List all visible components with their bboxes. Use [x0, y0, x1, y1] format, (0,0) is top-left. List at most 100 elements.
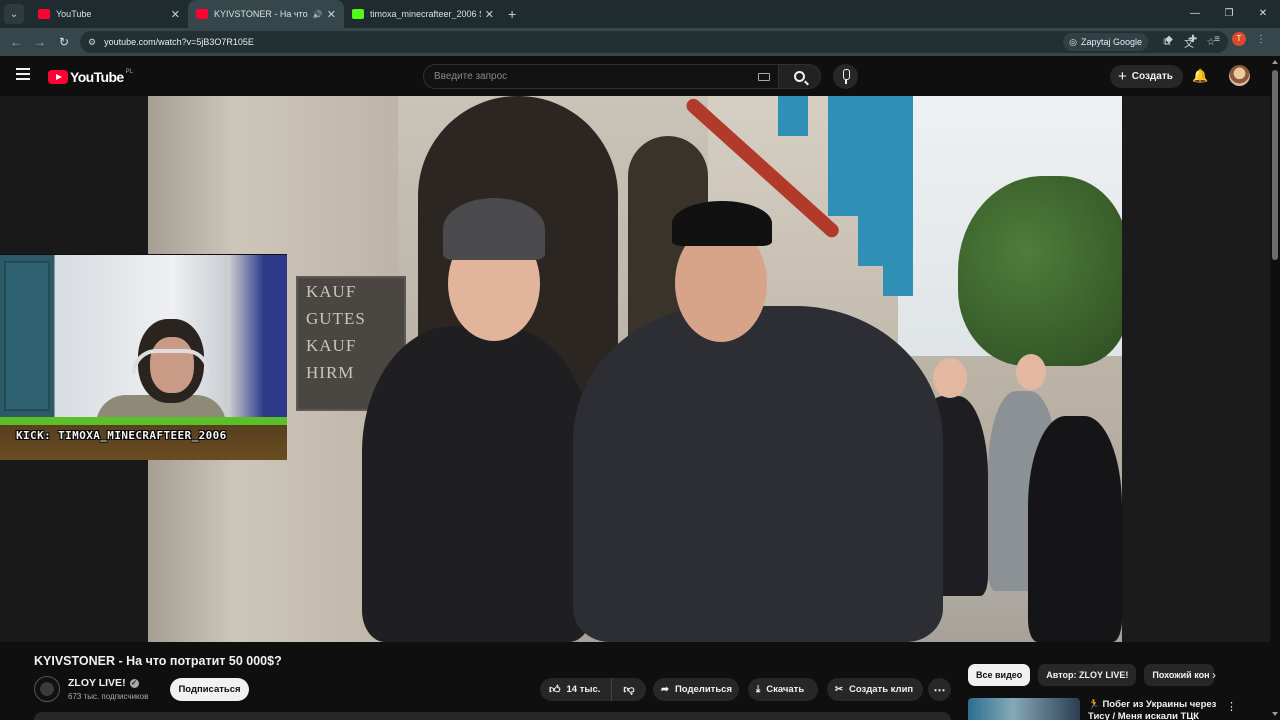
video-frame[interactable]: KAUF GUTES KAUF HIRM — [148, 96, 1122, 642]
scene-pedestrian-head — [933, 358, 967, 398]
scrollbar-thumb[interactable] — [1272, 70, 1278, 260]
scissors-icon: ✂ — [835, 684, 843, 695]
close-tab-icon[interactable]: ✕ — [327, 8, 336, 21]
youtube-favicon-icon — [196, 9, 208, 19]
recommended-video-thumbnail[interactable] — [968, 698, 1080, 720]
browser-tab-youtube[interactable]: YouTube ✕ — [30, 0, 188, 28]
scroll-up-arrow-icon[interactable] — [1272, 60, 1278, 64]
subscribe-button[interactable]: Подписаться — [170, 678, 249, 701]
create-label: Создать — [1131, 71, 1173, 82]
forward-icon[interactable]: → — [28, 35, 52, 49]
media-control-icon[interactable]: ≡ — [1208, 34, 1226, 45]
puzzle-icon[interactable]: ✚ — [1184, 34, 1202, 45]
recommended-video-menu-icon[interactable]: ⋮ — [1226, 700, 1237, 713]
kebab-menu-icon[interactable]: ⋮ — [1252, 34, 1270, 45]
google-lens-button[interactable]: ◎ Zapytaj Google — [1063, 33, 1148, 51]
scene-beanie — [443, 198, 545, 260]
close-tab-icon[interactable]: ✕ — [485, 8, 494, 21]
site-info-icon[interactable]: ⚙ — [88, 37, 96, 48]
back-icon[interactable]: ← — [4, 35, 28, 49]
logo-text: YouTube — [70, 69, 124, 85]
description-box[interactable] — [34, 712, 951, 720]
profile-avatar[interactable]: T — [1232, 32, 1246, 46]
user-avatar[interactable] — [1229, 65, 1250, 86]
minimize-icon[interactable]: — — [1178, 0, 1212, 28]
voice-search-mic-icon[interactable] — [833, 64, 858, 89]
new-tab-button[interactable]: + — [508, 6, 516, 22]
share-arrow-icon: ➦ — [661, 684, 669, 695]
scene-banner — [883, 96, 913, 296]
tab-search-button[interactable]: ⌄ — [4, 4, 24, 24]
plaque-line: KAUF — [306, 336, 357, 355]
window-controls: — ❐ ✕ — [1178, 0, 1280, 28]
thumbs-up-icon: 👍︎ — [549, 684, 561, 696]
clip-label: Создать клип — [848, 684, 914, 695]
clip-button[interactable]: ✂ Создать клип — [827, 678, 923, 701]
dislike-button[interactable]: 👎︎ — [612, 683, 646, 696]
share-button[interactable]: ➦ Поделиться — [653, 678, 739, 701]
notifications-bell-icon[interactable]: 🔔 — [1192, 68, 1208, 84]
youtube-favicon-icon — [38, 9, 50, 19]
like-dislike-group: 👍︎ 14 тыс. 👎︎ — [540, 678, 646, 701]
video-player[interactable]: KAUF GUTES KAUF HIRM KICK: TIMOXA_MINECR… — [0, 96, 1270, 642]
scene-pedestrian — [1028, 416, 1122, 642]
streamer-webcam-overlay: KICK: TIMOXA_MINECRAFTEER_2006 — [0, 254, 287, 460]
channel-name[interactable]: ZLOY LIVE! — [68, 677, 126, 689]
close-tab-icon[interactable]: ✕ — [171, 8, 180, 21]
browser-tab-active-video[interactable]: KYIVSTONER - На что потр 🔊 ✕ — [188, 0, 344, 28]
chevron-right-icon[interactable]: › — [1212, 668, 1216, 682]
chip-by-author[interactable]: Автор: ZLOY LIVE! — [1038, 664, 1137, 686]
hamburger-menu-icon[interactable] — [16, 68, 30, 80]
speaker-icon[interactable]: 🔊 — [313, 10, 323, 19]
chip-related[interactable]: Похожий кон — [1144, 664, 1215, 686]
download-button[interactable]: ⤓ Скачать — [748, 678, 818, 701]
video-title: KYIVSTONER - На что потратит 50 000$? — [34, 654, 282, 668]
search-input[interactable]: Введите запрос — [423, 64, 779, 89]
kick-favicon-icon — [352, 9, 364, 19]
close-window-icon[interactable]: ✕ — [1246, 0, 1280, 28]
tab-title: KYIVSTONER - На что потр — [214, 9, 309, 19]
extension-icon[interactable]: ◆ — [1160, 34, 1178, 45]
country-code: PL — [125, 69, 133, 75]
page-scrollbar[interactable] — [1270, 56, 1280, 720]
share-label: Поделиться — [674, 684, 732, 695]
webcam-door — [4, 261, 50, 411]
scene-pedestrian-head — [1016, 354, 1046, 390]
tab-title: timoxa_minecrafteer_2006 Stre — [370, 9, 481, 19]
kick-channel-caption: KICK: TIMOXA_MINECRAFTEER_2006 — [16, 429, 227, 442]
youtube-play-icon — [48, 70, 68, 84]
keyboard-icon[interactable] — [758, 73, 770, 81]
recommendation-filter-chips: Все видео Автор: ZLOY LIVE! Похожий кон — [968, 664, 1215, 686]
plaque-line: GUTES — [306, 309, 366, 328]
browser-toolbar: ← → ↻ ⚙ youtube.com/watch?v=5jB3O7R105E … — [0, 28, 1280, 56]
search-button[interactable] — [779, 64, 821, 89]
lens-label: Zapytaj Google — [1080, 37, 1142, 47]
youtube-logo[interactable]: YouTube PL — [48, 69, 133, 85]
channel-name-row[interactable]: ZLOY LIVE! ✓ — [68, 677, 139, 689]
scene-cap — [672, 201, 772, 246]
search-placeholder: Введите запрос — [434, 71, 508, 82]
scene-tree — [958, 176, 1122, 366]
search-form: Введите запрос — [423, 64, 821, 89]
download-label: Скачать — [766, 684, 805, 695]
reload-icon[interactable]: ↻ — [52, 35, 76, 49]
maximize-icon[interactable]: ❐ — [1212, 0, 1246, 28]
lens-icon: ◎ — [1069, 36, 1077, 47]
chip-all-videos[interactable]: Все видео — [968, 664, 1031, 686]
subscriber-count: 673 тыс. подписчиков — [68, 692, 149, 701]
youtube-masthead: YouTube PL Введите запрос + Создать 🔔 — [0, 56, 1270, 96]
download-icon: ⤓ — [756, 684, 761, 695]
player-letterbox-right — [1122, 96, 1270, 642]
browser-tab-strip: ⌄ YouTube ✕ KYIVSTONER - На что потр 🔊 ✕… — [0, 0, 1280, 28]
create-button[interactable]: + Создать — [1110, 65, 1183, 88]
tab-title: YouTube — [56, 9, 92, 19]
scroll-down-arrow-icon[interactable] — [1272, 712, 1278, 716]
channel-avatar[interactable] — [34, 676, 60, 702]
url-text[interactable]: youtube.com/watch?v=5jB3O7R105E — [104, 37, 254, 47]
address-bar[interactable]: ⚙ youtube.com/watch?v=5jB3O7R105E ◎ Zapy… — [80, 31, 1228, 53]
recommended-video-title[interactable]: 🏃 Побег из Украины через Тису / Меня иск… — [1088, 699, 1218, 720]
more-horizontal-icon: ⋯ — [933, 682, 946, 697]
like-button[interactable]: 👍︎ 14 тыс. — [540, 678, 612, 701]
more-actions-button[interactable]: ⋯ — [928, 678, 951, 701]
browser-tab-kick[interactable]: timoxa_minecrafteer_2006 Stre ✕ — [344, 0, 502, 28]
